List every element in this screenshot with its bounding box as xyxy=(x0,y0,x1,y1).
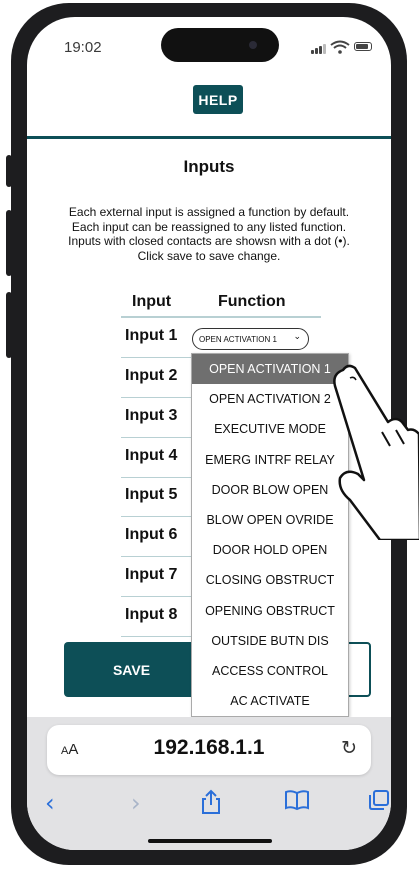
pointing-hand-icon xyxy=(333,364,419,540)
table-header-divider xyxy=(121,316,321,318)
home-indicator xyxy=(148,839,272,843)
input-label: Input 6 xyxy=(125,526,178,543)
browser-toolbar: AA 192.168.1.1 ↻ ‹ › xyxy=(27,717,391,850)
dropdown-option[interactable]: OUTSIDE BUTN DIS xyxy=(192,626,348,656)
dropdown-option[interactable]: AC ACTIVATE xyxy=(192,686,348,716)
tabs-icon[interactable] xyxy=(368,789,390,811)
dropdown-option[interactable]: ACCESS CONTROL xyxy=(192,656,348,686)
bookmarks-icon[interactable] xyxy=(284,789,310,811)
chevron-down-icon: ⌄ xyxy=(293,332,301,342)
battery-icon xyxy=(354,42,372,51)
input-label: Input 5 xyxy=(125,486,178,503)
input-label: Input 3 xyxy=(125,407,178,424)
dropdown-option[interactable]: CLOSING OBSTRUCT xyxy=(192,565,348,595)
dropdown-option[interactable]: OPENING OBSTRUCT xyxy=(192,596,348,626)
forward-icon[interactable]: › xyxy=(131,789,141,817)
page-description: Each external input is assigned a functi… xyxy=(68,205,350,263)
back-icon[interactable]: ‹ xyxy=(45,789,55,817)
url-text: 192.168.1.1 xyxy=(153,736,265,759)
address-bar[interactable]: AA 192.168.1.1 ↻ xyxy=(47,725,371,775)
page-title: Inputs xyxy=(183,157,235,176)
signal-bar xyxy=(319,46,322,54)
input-label: Input 8 xyxy=(125,606,178,623)
signal-bar xyxy=(315,48,318,54)
function-select-input-1[interactable]: OPEN ACTIVATION 1 ⌄ xyxy=(192,328,309,350)
signal-bar xyxy=(323,44,326,54)
signal-bar xyxy=(311,50,314,54)
input-label: Input 1 xyxy=(125,327,178,344)
input-label: Input 2 xyxy=(125,367,178,384)
select-value: OPEN ACTIVATION 1 xyxy=(199,334,277,344)
input-label: Input 7 xyxy=(125,566,178,583)
status-icons xyxy=(311,40,373,54)
reload-icon[interactable]: ↻ xyxy=(341,737,357,759)
wifi-icon xyxy=(330,40,350,54)
save-button[interactable]: SAVE xyxy=(64,642,199,697)
dynamic-island xyxy=(161,28,279,62)
status-time: 19:02 xyxy=(64,39,102,56)
header-divider xyxy=(27,136,391,139)
help-button[interactable]: HELP xyxy=(193,85,243,114)
input-label: Input 4 xyxy=(125,447,178,464)
column-header-function: Function xyxy=(218,293,286,310)
column-header-input: Input xyxy=(132,293,172,310)
share-icon[interactable] xyxy=(199,789,223,815)
